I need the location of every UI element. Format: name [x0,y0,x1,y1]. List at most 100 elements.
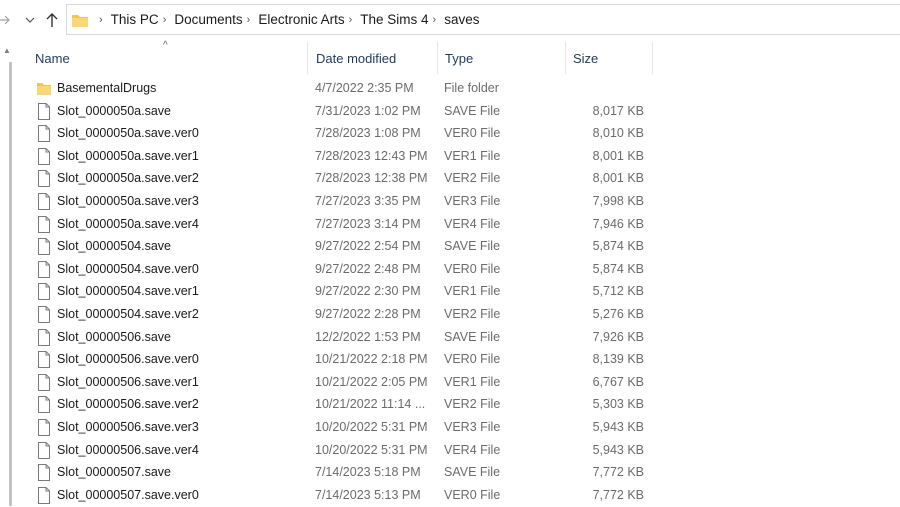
file-date-modified: 7/28/2023 1:08 PM [315,126,421,141]
file-size: 5,943 KB [592,419,644,434]
file-type: VER4 File [444,442,501,457]
file-type: VER1 File [444,148,501,163]
file-date-modified: 10/21/2022 11:14 ... [315,397,426,412]
file-row[interactable]: Slot_0000050a.save.ver1 7/28/2023 12:43 P… [28,145,900,168]
column-header-size[interactable]: Size [565,42,653,74]
file-size: 8,001 KB [592,171,644,186]
file-icon [37,328,51,346]
file-row[interactable]: Slot_0000050a.save.ver4 7/27/2023 3:14 PM… [28,213,900,236]
column-header-type[interactable]: Type [437,42,565,74]
breadcrumb-label: Documents [174,12,243,27]
scroll-up-arrow-icon[interactable]: ▲ [3,46,11,55]
file-row[interactable]: Slot_00000506.save.ver1 10/21/2022 2:05 P… [28,371,900,394]
chevron-right-icon[interactable]: › [349,14,353,26]
file-name: Slot_00000507.save.ver0 [57,487,199,502]
file-row[interactable]: Slot_00000506.save.ver3 10/20/2022 5:31 P… [28,416,900,439]
file-row[interactable]: Slot_00000504.save.ver0 9/27/2022 2:48 PM… [28,258,900,281]
file-date-modified: 9/27/2022 2:48 PM [315,261,421,276]
file-type: SAVE File [444,329,501,344]
file-row[interactable]: Slot_00000504.save.ver1 9/27/2022 2:30 PM… [28,280,900,303]
chevron-right-icon[interactable]: › [163,14,167,26]
file-date-modified: 9/27/2022 2:28 PM [315,306,421,321]
file-row[interactable]: Slot_0000050a.save 7/31/2023 1:02 PM SAVE … [28,100,900,123]
column-header-name[interactable]: Name ^ [28,40,307,74]
file-icon [37,283,51,301]
file-icon [37,125,51,143]
file-row[interactable]: Slot_0000050a.save.ver3 7/27/2023 3:35 PM… [28,190,900,213]
file-size: 8,010 KB [592,126,644,141]
file-name: Slot_00000506.save.ver1 [57,374,199,389]
file-row[interactable]: Slot_00000506.save 12/2/2022 1:53 PM SAVE … [28,326,900,349]
up-button[interactable] [42,8,62,32]
file-date-modified: 10/20/2022 5:31 PM [315,442,428,457]
file-name: Slot_0000050a.save [57,103,171,118]
recent-locations-button[interactable] [22,8,38,32]
file-size: 5,874 KB [592,239,644,254]
file-list: BasementalDrugs 4/7/2022 2:35 PM File fold… [28,77,900,506]
file-date-modified: 4/7/2022 2:35 PM [315,81,414,95]
file-date-modified: 7/28/2023 12:43 PM [315,148,428,163]
file-row[interactable]: Slot_0000050a.save.ver0 7/28/2023 1:08 PM… [28,122,900,145]
forward-button[interactable] [0,8,14,32]
breadcrumb-item[interactable]: › Electronic Arts [243,12,345,27]
file-icon [37,396,51,414]
file-date-modified: 10/21/2022 2:05 PM [315,374,428,389]
file-row[interactable]: BasementalDrugs 4/7/2022 2:35 PM File fold… [28,77,900,100]
breadcrumb-label: Electronic Arts [258,12,345,27]
file-date-modified: 9/27/2022 2:54 PM [315,239,421,254]
file-size: 5,943 KB [592,442,644,457]
address-bar[interactable]: › This PC › Documents › Electronic Arts › The S… [66,4,900,35]
file-date-modified: 7/27/2023 3:35 PM [315,193,421,208]
breadcrumb-label: The Sims 4 [360,12,429,27]
file-type: VER1 File [444,374,501,389]
file-name: Slot_00000504.save.ver1 [57,284,199,299]
file-name: Slot_00000504.save.ver2 [57,306,199,321]
file-size: 5,712 KB [592,284,644,299]
file-icon [37,373,51,391]
file-name: BasementalDrugs [57,81,157,95]
breadcrumb-item[interactable]: › saves [429,12,480,27]
file-date-modified: 10/21/2022 2:18 PM [315,352,428,367]
file-type: VER3 File [444,419,501,434]
file-name: Slot_0000050a.save.ver3 [57,193,199,208]
breadcrumb-item[interactable]: › This PC [95,12,159,27]
breadcrumb-label: This PC [110,12,159,27]
file-type: SAVE File [444,103,501,118]
file-row[interactable]: Slot_00000506.save.ver4 10/20/2022 5:31 P… [28,439,900,462]
file-name: Slot_00000506.save.ver4 [57,442,199,457]
file-type: VER1 File [444,284,501,299]
file-size: 6,767 KB [592,374,644,389]
file-date-modified: 12/2/2022 1:53 PM [315,329,421,344]
chevron-right-icon[interactable]: › [247,14,251,26]
file-row[interactable]: Slot_00000504.save.ver2 9/27/2022 2:28 PM… [28,303,900,326]
file-type: VER3 File [444,193,501,208]
file-date-modified: 10/20/2022 5:31 PM [315,419,428,434]
scrollbar-thumb[interactable] [9,62,12,506]
file-name: Slot_00000507.save [57,465,171,480]
breadcrumb-item[interactable]: › The Sims 4 [345,12,429,27]
file-type: SAVE File [444,239,501,254]
file-icon [37,305,51,323]
file-name: Slot_00000504.save [57,239,171,254]
file-date-modified: 7/27/2023 3:14 PM [315,216,421,231]
file-row[interactable]: Slot_00000506.save.ver0 10/21/2022 2:18 P… [28,348,900,371]
arrow-up-icon [46,13,58,27]
breadcrumb-item[interactable]: › Documents [159,12,243,27]
chevron-right-icon[interactable]: › [433,14,437,26]
file-date-modified: 7/14/2023 5:18 PM [315,465,421,480]
folder-icon [37,80,51,97]
column-header-date-modified[interactable]: Date modified [307,42,437,74]
file-row[interactable]: Slot_00000504.save 9/27/2022 2:54 PM SAVE … [28,235,900,258]
file-type: VER0 File [444,126,501,141]
file-row[interactable]: Slot_0000050a.save.ver2 7/28/2023 12:38 P… [28,167,900,190]
file-row[interactable]: Slot_00000507.save 7/14/2023 5:18 PM SAVE … [28,461,900,484]
chevron-right-icon[interactable]: › [99,14,103,26]
file-row[interactable]: Slot_00000506.save.ver2 10/21/2022 11:14 … [28,393,900,416]
file-row[interactable]: Slot_00000507.save.ver0 7/14/2023 5:13 PM… [28,484,900,507]
column-header-row: Name ^ Date modified Type Size [28,40,900,74]
file-type: VER2 File [444,171,501,186]
column-label-name: Name [35,50,70,66]
arrow-right-icon [0,15,10,25]
file-type: VER2 File [444,306,501,321]
file-type: VER0 File [444,487,501,502]
